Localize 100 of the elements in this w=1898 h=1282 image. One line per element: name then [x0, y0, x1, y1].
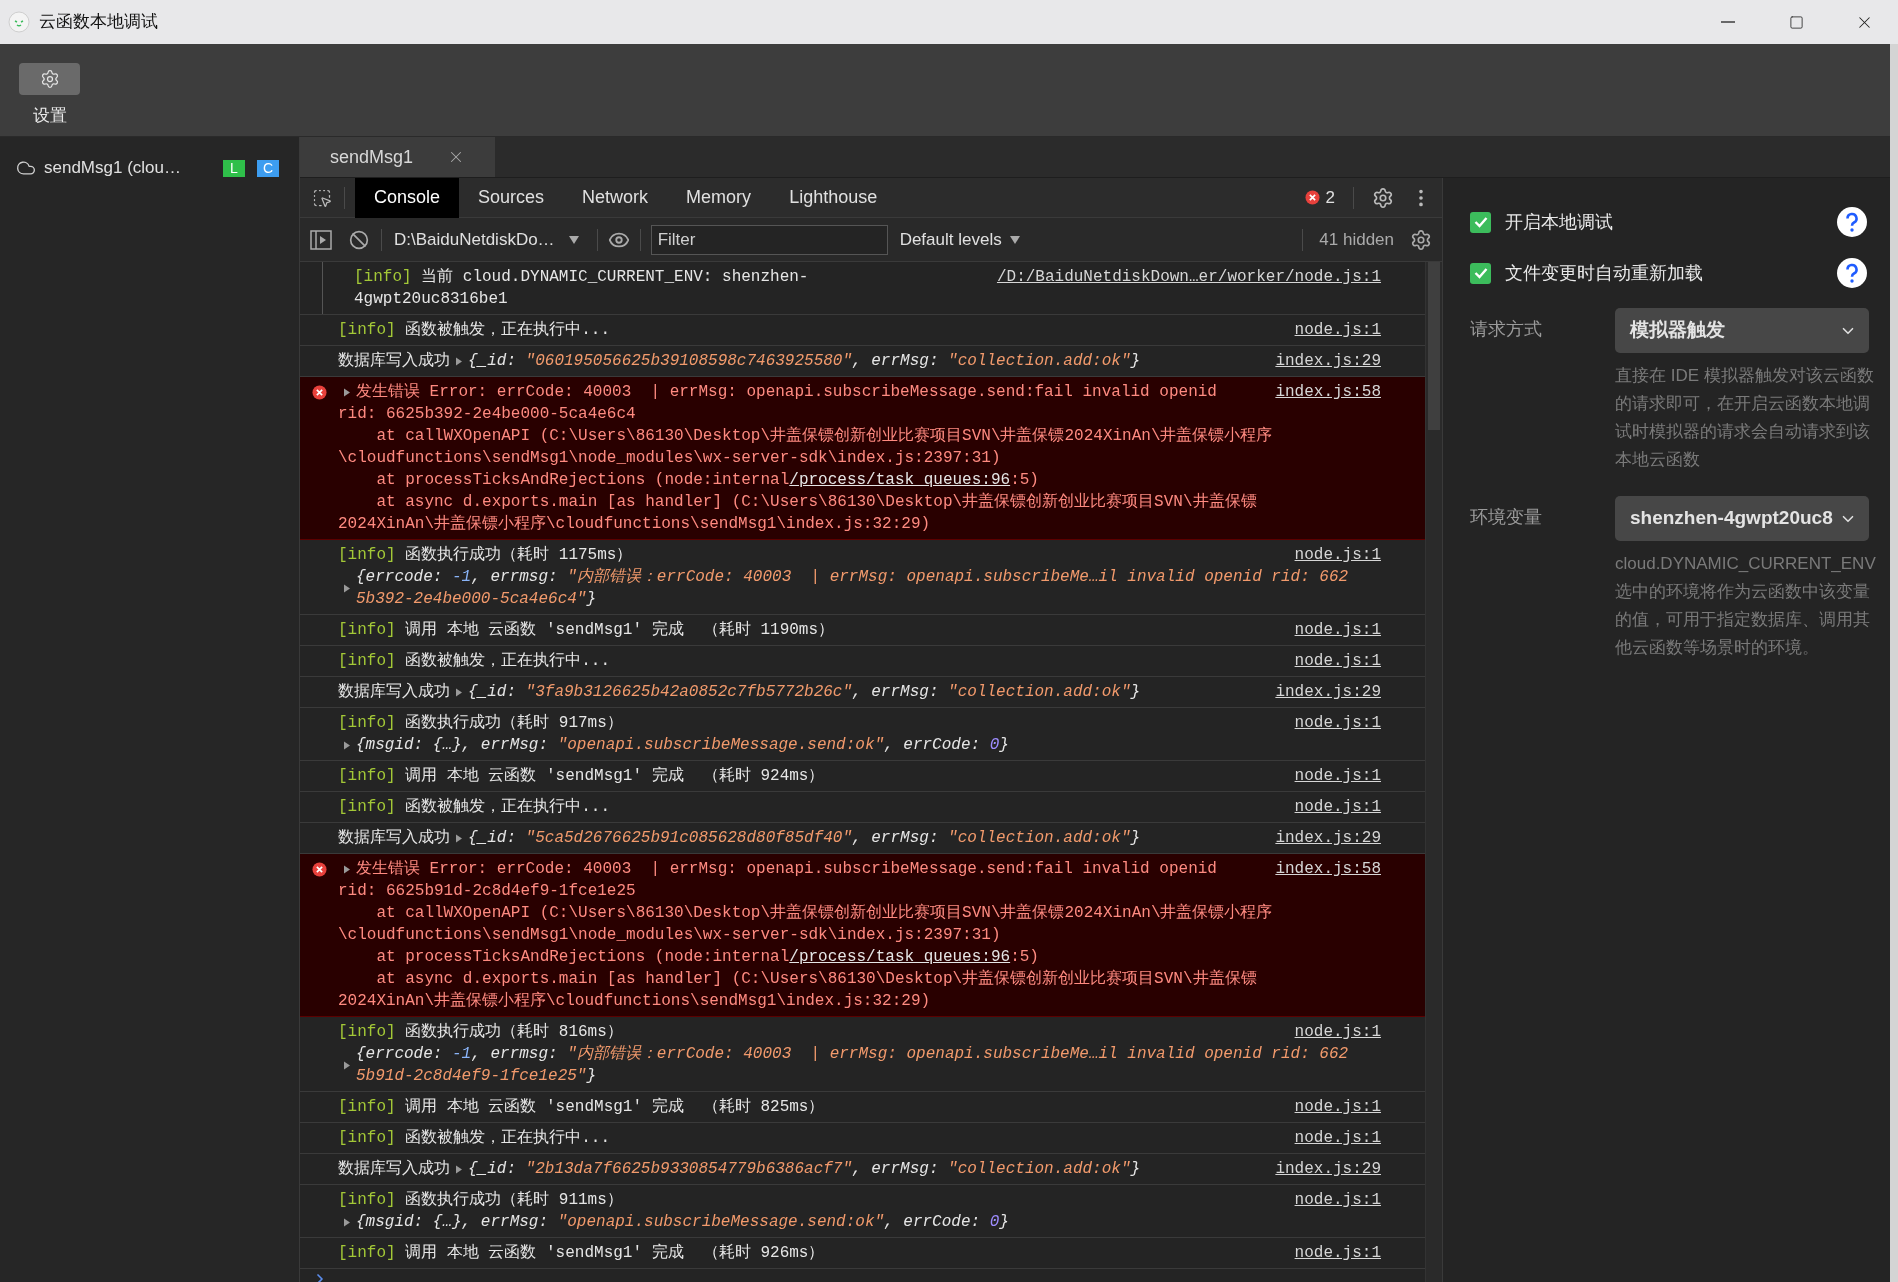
log-text: at async d.exports.main [as handler] (C:\Users\86130\Desktop\井盖保镖创新创业比赛项目SVN\井盖保镖 — [375, 491, 1257, 513]
log-text: {_id: "060195056625b39108598c7463925580", errMsg: "collection.add:ok"} — [468, 351, 1141, 372]
clear-icon[interactable] — [349, 229, 369, 250]
select-field[interactable]: 模拟器触发 — [1615, 308, 1869, 353]
field-label: 请求方式 — [1470, 318, 1543, 341]
source-link[interactable]: node.js:1 — [1294, 1127, 1381, 1149]
function-item[interactable]: sendMsg1 (clou… — [44, 155, 181, 181]
log-text: 发生错误 Error: errCode: 40003 | errMsg: openapi.subscribeMessage.send:fail invalid openid — [356, 858, 1217, 880]
expand-icon[interactable] — [343, 740, 351, 750]
field-label: 环境变量 — [1470, 506, 1543, 529]
check-icon — [1473, 267, 1488, 279]
caret-icon — [568, 235, 579, 244]
source-link[interactable]: node.js:1 — [1294, 1021, 1381, 1043]
settings-icon — [39, 69, 60, 89]
source-link[interactable]: index.js:58 — [1275, 858, 1381, 880]
log-text: {errcode: -1, errmsg: "内部错误：errCode: 40003 | errMsg: openapi.subscribeMe…il invalid openid rid: 662 — [356, 566, 1349, 588]
expand-icon[interactable] — [455, 1164, 463, 1174]
log-text: 2024XinAn\井盖保镖小程序\cloudfunctions\sendMsg1\index.js:32:29) — [338, 513, 931, 535]
levels-dropdown[interactable]: Default levels — [899, 226, 1020, 253]
select-field[interactable]: shenzhen-4gwpt20uc8 — [1615, 496, 1869, 541]
source-link[interactable]: index.js:29 — [1275, 827, 1381, 849]
log-text: [info] 函数被触发，正在执行中... — [338, 651, 610, 672]
source-link[interactable]: /process/task_queues:96 — [789, 948, 1011, 966]
scrollbar[interactable] — [1425, 262, 1442, 1282]
expand-icon[interactable] — [343, 1217, 351, 1227]
source-link[interactable]: node.js:1 — [1294, 796, 1381, 818]
help-icon[interactable] — [1836, 257, 1868, 289]
source-link[interactable]: /process/task_queues:96 — [789, 471, 1011, 489]
devtools-tab[interactable]: Console — [355, 177, 460, 218]
log-text: 5b91d-2c8d4ef9-1fce1e25"} — [356, 1066, 597, 1087]
source-link[interactable]: node.js:1 — [1294, 619, 1381, 641]
filter-field[interactable]: Filter — [650, 224, 888, 255]
devtools-tab[interactable]: Memory — [667, 177, 771, 218]
log-text: [info] 当前 cloud.DYNAMIC_CURRENT_ENV: shenzhen- — [354, 267, 809, 288]
source-link[interactable]: node.js:1 — [1294, 1096, 1381, 1118]
devtools-tab[interactable]: Sources — [459, 177, 564, 218]
log-text: [info] 调用 本地 云函数 'sendMsg1' 完成 （耗时 926ms） — [338, 1242, 825, 1264]
error-count[interactable]: 2 — [1325, 184, 1335, 211]
log-text: at async d.exports.main [as handler] (C:\Users\86130\Desktop\井盖保镖创新创业比赛项目SVN\井盖保镖 — [375, 968, 1257, 990]
inspect-icon — [312, 187, 332, 208]
source-link[interactable]: node.js:1 — [1294, 1242, 1381, 1264]
log-text: rid: 6625b91d-2c8d4ef9-1fce1e25 — [338, 881, 636, 902]
tab-label: sendMsg1 — [330, 145, 414, 169]
expand-icon[interactable] — [343, 387, 351, 397]
log-text: {_id: "3fa9b3126625b42a0852c7fb5772b26c", errMsg: "collection.add:ok"} — [468, 682, 1141, 703]
maximize-icon — [1788, 14, 1804, 30]
log-text: [info] 调用 本地 云函数 'sendMsg1' 完成 （耗时 924ms） — [338, 765, 825, 787]
error-icon — [311, 862, 327, 877]
log-text: [info] 函数执行成功（耗时 1175ms） — [338, 545, 633, 566]
expand-icon[interactable] — [455, 356, 463, 366]
hidden-count: 41 hidden — [1319, 228, 1394, 251]
source-link[interactable]: index.js:29 — [1275, 681, 1381, 703]
log-text: {_id: "2b13da7f6625b9330854779b6386acf7", errMsg: "collection.add:ok"} — [468, 1159, 1141, 1180]
expand-icon[interactable] — [455, 687, 463, 697]
checkbox[interactable] — [1470, 211, 1491, 233]
source-link[interactable]: /D:/BaiduNetdiskDown…er/worker/node.js:1 — [996, 266, 1381, 288]
devtools-tab[interactable]: Network — [563, 177, 668, 218]
log-text: [info] 函数执行成功（耗时 911ms） — [338, 1190, 623, 1211]
log-text: 数据库写入成功 — [338, 350, 450, 372]
app-icon — [8, 11, 30, 33]
log-text: {errcode: -1, errmsg: "内部错误：errCode: 40003 | errMsg: openapi.subscribeMe…il invalid openid rid: 662 — [356, 1043, 1349, 1065]
settings-button[interactable] — [19, 63, 80, 95]
source-link[interactable]: index.js:29 — [1275, 350, 1381, 372]
log-text: rid: 6625b392-2e4be000-5ca4e6c4 — [338, 404, 636, 425]
log-text: \cloudfunctions\sendMsg1\node_modules\wx-server-sdk\index.js:2397:31) — [338, 925, 1001, 946]
log-text: 数据库写入成功 — [338, 1158, 450, 1180]
source-link[interactable]: node.js:1 — [1294, 765, 1381, 787]
source-link[interactable]: index.js:58 — [1275, 381, 1381, 403]
source-link[interactable]: node.js:1 — [1294, 712, 1381, 734]
log-text: {_id: "5ca5d2676625b91c085628d80f85df40", errMsg: "collection.add:ok"} — [468, 828, 1141, 849]
expand-icon[interactable] — [343, 1060, 351, 1070]
log-text: at processTicksAndRejections (node:internal/process/task_queues:96:5) — [375, 947, 1039, 968]
expand-icon[interactable] — [455, 833, 463, 843]
editor-tab[interactable]: sendMsg1 — [300, 137, 495, 177]
log-text: at callWXOpenAPI (C:\Users\86130\Desktop\井盖保镖创新创业比赛项目SVN\井盖保镖2024XinAn\井盖保镖小程序 — [375, 425, 1273, 447]
sidebar-toggle-icon[interactable] — [310, 229, 332, 250]
context-select[interactable]: D:\BaiduNetdiskDo… — [394, 226, 587, 253]
settings-label: 设置 — [32, 105, 67, 127]
source-link[interactable]: node.js:1 — [1294, 544, 1381, 566]
log-text: [info] 调用 本地 云函数 'sendMsg1' 完成 （耗时 825ms） — [338, 1096, 825, 1118]
source-link[interactable]: index.js:29 — [1275, 1158, 1381, 1180]
expand-icon[interactable] — [343, 583, 351, 593]
source-link[interactable]: node.js:1 — [1294, 319, 1381, 341]
log-text: [info] 函数执行成功（耗时 917ms） — [338, 713, 623, 734]
log-text: [info] 调用 本地 云函数 'sendMsg1' 完成 （耗时 1190ms） — [338, 619, 835, 641]
log-text: 数据库写入成功 — [338, 827, 450, 849]
settings-icon[interactable] — [1410, 228, 1432, 251]
devtools-tab[interactable]: Lighthouse — [770, 177, 897, 218]
field-description: 直接在 IDE 模拟器触发对该云函数的请求即可，在开启云函数本地调试时模拟器的请求会自动请求到该本地云函数 — [1615, 365, 1875, 471]
source-link[interactable]: node.js:1 — [1294, 1189, 1381, 1211]
log-text: [info] 函数执行成功（耗时 816ms） — [338, 1022, 623, 1043]
checkbox[interactable] — [1470, 262, 1491, 284]
option-label: 开启本地调试 — [1505, 210, 1613, 234]
log-text: 4gwpt20uc8316be1 — [354, 289, 508, 310]
source-link[interactable]: node.js:1 — [1294, 650, 1381, 672]
log-text: at processTicksAndRejections (node:internal/process/task_queues:96:5) — [375, 470, 1039, 491]
option-label: 文件变更时自动重新加载 — [1505, 261, 1703, 285]
help-icon[interactable] — [1836, 206, 1868, 238]
settings-icon[interactable] — [1372, 186, 1394, 209]
expand-icon[interactable] — [343, 864, 351, 874]
